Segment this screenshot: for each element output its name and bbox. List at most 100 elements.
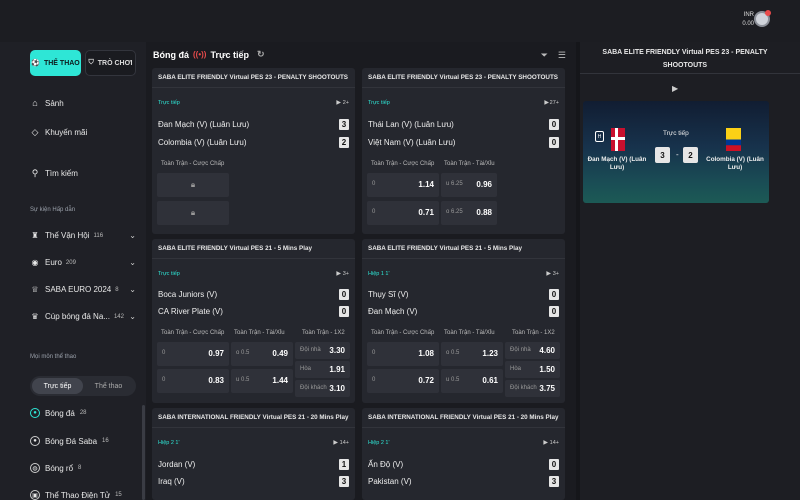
match-status: Hiệp 1 1' [368, 271, 390, 277]
odds-button[interactable]: Hòa 1.91 [295, 361, 350, 378]
tab-games[interactable]: ⛉ TRÒ CHƠI [85, 50, 136, 76]
odds-button[interactable]: o 0.5 1.23 [441, 342, 503, 366]
chevron-down-icon[interactable]: ⌄ [129, 285, 136, 294]
chevron-down-icon[interactable]: ⌄ [129, 258, 136, 267]
refresh-icon[interactable]: ↻ [257, 49, 265, 60]
filter-icon[interactable]: ⏷ [541, 50, 548, 61]
odds-button[interactable]: o 0.5 0.49 [231, 342, 293, 366]
away-score: 3 [549, 476, 559, 487]
match-card[interactable]: SABA ELITE FRIENDLY Virtual PES 23 - PEN… [152, 68, 355, 234]
market-count[interactable]: 2+ [343, 100, 349, 106]
esports-icon: ▣ [30, 490, 40, 500]
away-team: Colombia (V) (Luân Lưu) [706, 156, 764, 171]
away-team: Iraq (V) [158, 477, 185, 486]
home-score: 0 [339, 289, 349, 300]
sidebar-item-promotions[interactable]: ◇ Khuyến mãi [30, 127, 88, 138]
odds-value: 0.96 [476, 180, 492, 189]
video-icon[interactable]: ▶ [543, 439, 548, 446]
odds-value: 3.30 [329, 346, 345, 355]
odds-button[interactable]: Đội nhà 3.30 [295, 342, 350, 359]
home-team: Ấn Độ (V) [368, 460, 404, 469]
sidebar-scrollbar[interactable] [142, 405, 145, 500]
video-icon[interactable]: ▶ [544, 99, 549, 106]
odds-button[interactable]: u 6.25 0.96 [441, 173, 497, 197]
match-card[interactable]: SABA ELITE FRIENDLY Virtual PES 23 - PEN… [362, 68, 565, 234]
market-count[interactable]: 27+ [550, 100, 559, 106]
market-header: Toàn Trận - Cược Chấp [161, 330, 225, 336]
sport-item-basketball[interactable]: ◍ Bóng rổ 8 [30, 463, 81, 473]
odds-button[interactable]: 0 1.08 [367, 342, 439, 366]
away-score: 0 [549, 137, 559, 148]
odds-button[interactable]: 0 1.14 [367, 173, 439, 197]
toggle-live[interactable]: Trực tiếp [32, 378, 83, 394]
event-count: 116 [93, 232, 104, 239]
event-item-olympics[interactable]: ♜ Thế Vận Hội 116 ⌄ [30, 231, 136, 240]
market-count[interactable]: 14+ [340, 440, 349, 446]
video-icon[interactable]: ▶ [333, 439, 338, 446]
event-item-euro[interactable]: ◉ Euro 209 ⌄ [30, 258, 137, 267]
cup-icon: ♛ [31, 312, 39, 321]
main-content: Bóng đá ((•)) Trực tiếp ↻ ⏷ ☰ SABA ELITE… [146, 42, 576, 500]
sport-item-esports[interactable]: ▣ Thể Thao Điện Tử 15 [30, 490, 122, 500]
odds-button[interactable]: 0 0.83 [157, 369, 229, 393]
league-title: SABA INTERNATIONAL FRIENDLY Virtual PES … [158, 414, 349, 421]
event-label: Thế Vận Hội [45, 231, 90, 240]
home-team: Thụy Sĩ (V) [368, 290, 409, 299]
match-status: Hiệp 2 1' [368, 440, 390, 446]
sport-item-saba-football[interactable]: ● Bóng Đá Saba 16 [30, 436, 109, 446]
odds-button[interactable]: Đội nhà 4.60 [505, 342, 560, 359]
live-match-panel: SABA ELITE FRIENDLY Virtual PES 23 - PEN… [576, 42, 800, 500]
toggle-sports[interactable]: Thể thao [83, 378, 134, 394]
video-icon[interactable]: ▶ [336, 99, 341, 106]
match-card[interactable]: SABA INTERNATIONAL FRIENDLY Virtual PES … [362, 408, 565, 500]
odds-button[interactable]: 0 0.71 [367, 201, 439, 225]
market-count[interactable]: 14+ [550, 440, 559, 446]
match-card[interactable]: SABA INTERNATIONAL FRIENDLY Virtual PES … [152, 408, 355, 500]
odds-button[interactable]: 0 0.72 [367, 369, 439, 393]
video-icon[interactable]: ▶ [336, 270, 341, 277]
odds-value: 1.23 [482, 349, 498, 358]
odds-line: Hòa [510, 366, 522, 372]
sport-item-football[interactable]: ● Bóng đá 28 [30, 408, 87, 418]
event-item-saba-euro[interactable]: ♕ SABA EURO 2024 8 ⌄ [30, 285, 136, 294]
odds-button[interactable]: u 0.5 0.61 [441, 369, 503, 393]
sidebar-item-search[interactable]: ⚲ Tìm kiếm [30, 168, 78, 179]
odds-button[interactable]: u 0.5 1.44 [231, 369, 293, 393]
odds-value: 1.08 [418, 349, 434, 358]
market-count[interactable]: 3+ [553, 271, 559, 277]
odds-button[interactable]: Đội khách 3.10 [295, 380, 350, 397]
sport-title: Bóng đá [153, 49, 189, 60]
odds-button[interactable]: 0 0.97 [157, 342, 229, 366]
match-card[interactable]: SABA ELITE FRIENDLY Virtual PES 21 - 5 M… [362, 239, 565, 403]
chevron-down-icon[interactable]: ⌄ [129, 312, 136, 321]
lock-icon: 🔒︎ [190, 180, 196, 189]
match-status: Trực tiếp [663, 130, 689, 137]
league-title: SABA INTERNATIONAL FRIENDLY Virtual PES … [368, 414, 559, 421]
market-count[interactable]: 3+ [343, 271, 349, 277]
odds-value: 0.88 [476, 208, 492, 217]
video-icon[interactable]: ▶ [672, 84, 678, 93]
odds-button[interactable]: Hòa 1.50 [505, 361, 560, 378]
tab-sports-label: THỂ THAO [43, 59, 80, 67]
odds-button[interactable]: Đội khách 3.75 [505, 380, 560, 397]
sidebar-item-lobby[interactable]: ⌂ Sảnh [30, 98, 63, 108]
odds-button[interactable]: o 6.25 0.88 [441, 201, 497, 225]
search-icon: ⚲ [31, 168, 39, 178]
event-label: Euro [45, 258, 62, 267]
sidebar-item-label: Tìm kiếm [45, 169, 78, 178]
chevron-down-icon[interactable]: ⌄ [129, 231, 136, 240]
home-team: Jordan (V) [158, 460, 196, 469]
away-score: 3 [339, 476, 349, 487]
match-scoreboard: H Trực tiếp 3 - 2 Đan Mạch (V) (Luân Lưu… [583, 101, 769, 203]
away-team: Colombia (V) (Luân Lưu) [158, 138, 247, 147]
tab-sports[interactable]: ⚽ THỂ THAO [30, 50, 81, 76]
event-item-cup[interactable]: ♛ Cúp bóng đá Na... 142 ⌄ [30, 312, 136, 321]
avatar[interactable] [754, 10, 771, 27]
odds-value: 0.97 [208, 349, 224, 358]
list-view-icon[interactable]: ☰ [558, 50, 566, 61]
video-icon[interactable]: ▶ [546, 270, 551, 277]
divider [362, 427, 565, 428]
account-balance[interactable]: INR 0.00 [742, 11, 754, 29]
match-card[interactable]: SABA ELITE FRIENDLY Virtual PES 21 - 5 M… [152, 239, 355, 403]
denmark-flag-icon [611, 128, 625, 151]
